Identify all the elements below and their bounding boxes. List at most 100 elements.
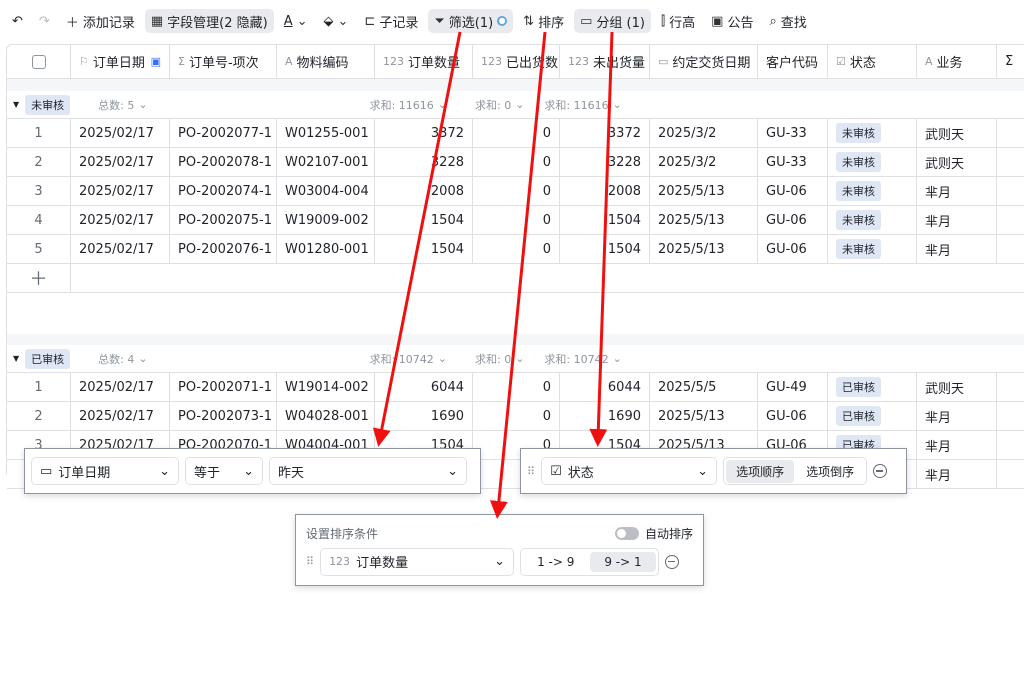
- group-header[interactable]: ▼ 已审核 总数: 4 ⌄ 求和: 10742 ⌄ 求和: 0 ⌄ 求和: 10742 ⌄: [7, 345, 1024, 373]
- table-cell[interactable]: PO-2002073-1: [170, 402, 277, 430]
- filter-value-select[interactable]: 昨天 ⌄: [269, 457, 467, 485]
- table-cell[interactable]: 3372: [560, 119, 650, 147]
- column-header[interactable]: 123 订单数量: [375, 45, 473, 78]
- table-cell[interactable]: 2025/02/17: [71, 402, 170, 430]
- table-cell[interactable]: [997, 460, 1024, 488]
- column-header[interactable]: ⚐ 订单日期 ▣: [71, 45, 170, 78]
- table-cell[interactable]: W02107-001: [277, 148, 375, 176]
- table-cell[interactable]: 1504: [375, 206, 473, 234]
- table-cell[interactable]: 0: [473, 206, 560, 234]
- table-cell[interactable]: 3372: [375, 119, 473, 147]
- table-cell[interactable]: 0: [473, 235, 560, 263]
- table-cell[interactable]: PO-2002075-1: [170, 206, 277, 234]
- select-all-checkbox[interactable]: [7, 45, 71, 78]
- table-cell[interactable]: 6044: [375, 373, 473, 401]
- table-cell[interactable]: 1690: [375, 402, 473, 430]
- table-cell[interactable]: GU-49: [758, 373, 828, 401]
- group-sum-shipped[interactable]: 求和: 0: [475, 351, 511, 367]
- table-cell[interactable]: [997, 373, 1024, 401]
- table-cell[interactable]: 未审核: [828, 206, 917, 234]
- table-cell[interactable]: 已审核: [828, 373, 917, 401]
- sort-button[interactable]: ⇅ 排序: [517, 9, 570, 33]
- announce-button[interactable]: ▣ 公告: [705, 9, 759, 33]
- row-index[interactable]: 4: [7, 206, 71, 234]
- column-header[interactable]: Σ 订单号-项次: [170, 45, 277, 78]
- add-row-area[interactable]: [71, 264, 1024, 292]
- row-index[interactable]: 2: [7, 402, 71, 430]
- column-header[interactable]: ▭ 约定交货日期: [650, 45, 758, 78]
- redo-button[interactable]: ↷: [33, 9, 56, 33]
- sort-field-select[interactable]: 123 订单数量 ⌄: [320, 547, 515, 576]
- group-sum-unshipped[interactable]: 求和: 10742: [544, 351, 608, 367]
- table-cell[interactable]: W19009-002: [277, 206, 375, 234]
- group-sum-shipped[interactable]: 求和: 0: [475, 97, 511, 113]
- row-index[interactable]: 2: [7, 148, 71, 176]
- field-manage-button[interactable]: ▦ 字段管理(2 隐藏): [144, 9, 274, 33]
- column-header[interactable]: Σ: [997, 45, 1024, 78]
- filter-operator-select[interactable]: 等于 ⌄: [185, 457, 263, 485]
- table-cell[interactable]: 芈月: [917, 460, 997, 488]
- table-cell[interactable]: 2025/02/17: [71, 206, 170, 234]
- table-cell[interactable]: GU-06: [758, 206, 828, 234]
- table-cell[interactable]: 2025/5/13: [650, 402, 758, 430]
- table-cell[interactable]: GU-33: [758, 119, 828, 147]
- row-height-button[interactable]: ⫿ 行高: [655, 9, 701, 33]
- table-row[interactable]: 2 2025/02/17 PO-2002078-1 W02107-001 3228 0 32…: [7, 148, 1024, 177]
- table-cell[interactable]: 0: [473, 177, 560, 205]
- table-cell[interactable]: 0: [473, 402, 560, 430]
- collapse-icon[interactable]: ▼: [13, 100, 19, 109]
- group-sum-ordered[interactable]: 求和: 10742: [370, 351, 434, 367]
- table-cell[interactable]: 2025/02/17: [71, 235, 170, 263]
- table-cell[interactable]: 1504: [560, 206, 650, 234]
- table-row[interactable]: 1 2025/02/17 PO-2002077-1 W01255-001 3372 0 33…: [7, 119, 1024, 148]
- table-cell[interactable]: 1690: [560, 402, 650, 430]
- table-cell[interactable]: PO-2002074-1: [170, 177, 277, 205]
- remove-icon[interactable]: [664, 554, 679, 569]
- column-header[interactable]: A 业务: [917, 45, 997, 78]
- auto-sort-toggle[interactable]: [614, 526, 639, 540]
- group-sum-ordered[interactable]: 求和: 11616: [370, 97, 434, 113]
- table-cell[interactable]: 武则天: [917, 373, 997, 401]
- table-cell[interactable]: 2025/02/17: [71, 373, 170, 401]
- table-cell[interactable]: 2025/5/13: [650, 177, 758, 205]
- table-cell[interactable]: GU-06: [758, 235, 828, 263]
- table-cell[interactable]: [997, 177, 1024, 205]
- table-cell[interactable]: 2025/5/13: [650, 206, 758, 234]
- column-header[interactable]: 123 未出货量: [560, 45, 650, 78]
- table-cell[interactable]: [997, 431, 1024, 459]
- table-cell[interactable]: GU-06: [758, 177, 828, 205]
- table-cell[interactable]: 未审核: [828, 148, 917, 176]
- table-cell[interactable]: W04028-001: [277, 402, 375, 430]
- table-row[interactable]: 4 2025/02/17 PO-2002075-1 W19009-002 1504 0 15…: [7, 206, 1024, 235]
- collapse-icon[interactable]: ▼: [13, 354, 19, 363]
- row-index[interactable]: 3: [7, 177, 71, 205]
- table-cell[interactable]: 0: [473, 373, 560, 401]
- text-style-button[interactable]: A ⌄: [278, 9, 314, 33]
- table-cell[interactable]: 2008: [560, 177, 650, 205]
- table-cell[interactable]: [997, 206, 1024, 234]
- table-cell[interactable]: 3228: [560, 148, 650, 176]
- add-row[interactable]: ＋: [7, 264, 1024, 293]
- fill-color-button[interactable]: ⬙ ⌄: [318, 9, 355, 33]
- table-cell[interactable]: W03004-004: [277, 177, 375, 205]
- table-cell[interactable]: 2025/02/17: [71, 177, 170, 205]
- column-header[interactable]: 客户代码: [758, 45, 828, 78]
- add-record-button[interactable]: ＋添加记录: [60, 9, 141, 33]
- table-cell[interactable]: 0: [473, 148, 560, 176]
- sub-record-button[interactable]: ⊏ 子记录: [358, 9, 424, 33]
- table-cell[interactable]: PO-2002077-1: [170, 119, 277, 147]
- table-cell[interactable]: GU-06: [758, 402, 828, 430]
- group-field-select[interactable]: ☑ 状态 ⌄: [541, 457, 718, 485]
- group-order-asc[interactable]: 选项顺序: [726, 459, 795, 483]
- filter-field-select[interactable]: ▭ 订单日期 ⌄: [31, 457, 179, 485]
- column-header[interactable]: A 物料编码: [277, 45, 375, 78]
- group-count[interactable]: 总数: 4: [98, 351, 134, 367]
- table-cell[interactable]: 未审核: [828, 177, 917, 205]
- table-cell[interactable]: 2008: [375, 177, 473, 205]
- table-cell[interactable]: 3228: [375, 148, 473, 176]
- sort-desc-option[interactable]: 9 -> 1: [590, 551, 656, 572]
- table-cell[interactable]: 芈月: [917, 235, 997, 263]
- row-index[interactable]: 5: [7, 235, 71, 263]
- row-index[interactable]: 1: [7, 373, 71, 401]
- header-row[interactable]: ⚐ 订单日期 ▣ Σ 订单号-项次 A 物料编码 123 订单数量 123 已出货数 123 未出货量 ▭…: [7, 45, 1024, 79]
